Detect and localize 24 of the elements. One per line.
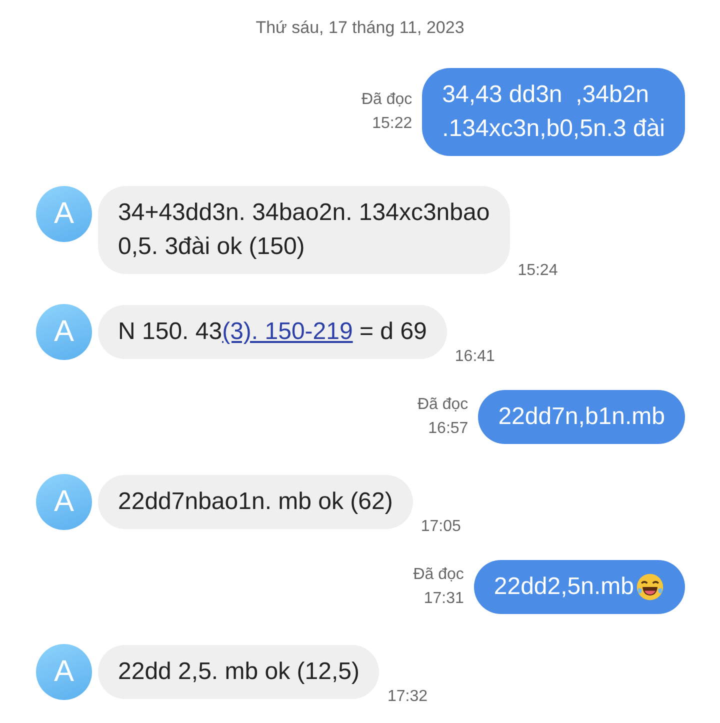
read-status: Đã đọc — [361, 90, 412, 110]
message-bubble[interactable]: 34,43 dd3n ,34b2n .134xc3n,b0,5n.3 đài — [422, 68, 685, 156]
message-time: 17:05 — [420, 518, 461, 536]
message-time: 16:41 — [454, 348, 495, 366]
read-status: Đã đọc — [417, 395, 468, 415]
avatar[interactable]: A — [36, 304, 92, 360]
read-status: Đã đọc — [413, 565, 464, 585]
message-bubble[interactable]: 22dd7nbao1n. mb ok (62) — [98, 475, 413, 529]
avatar[interactable]: A — [36, 474, 92, 530]
avatar[interactable]: A — [36, 186, 92, 242]
avatar[interactable]: A — [36, 644, 92, 700]
message-time: 17:32 — [387, 688, 428, 706]
message-time: 15:22 — [372, 114, 412, 134]
message-bubble[interactable]: 34+43dd3n. 34bao2n. 134xc3nbao 0,5. 3đài ok (150) — [98, 186, 510, 274]
message-time: 17:31 — [424, 589, 464, 609]
message-bubble[interactable]: N 150. 43(3). 150-219 = d 69 — [98, 305, 447, 359]
date-header: Thứ sáu, 17 tháng 11, 2023 — [256, 18, 464, 38]
message-time: 15:24 — [518, 262, 558, 280]
link[interactable]: (3). 150-219 — [222, 315, 353, 349]
laughing-emoji-icon — [635, 572, 665, 602]
message-bubble[interactable]: 22dd7n,b1n.mb — [478, 390, 685, 444]
message-time: 16:57 — [428, 419, 468, 439]
message-bubble[interactable]: 22dd 2,5. mb ok (12,5) — [98, 645, 380, 699]
message-bubble[interactable]: 22dd2,5n.mb — [474, 560, 685, 614]
